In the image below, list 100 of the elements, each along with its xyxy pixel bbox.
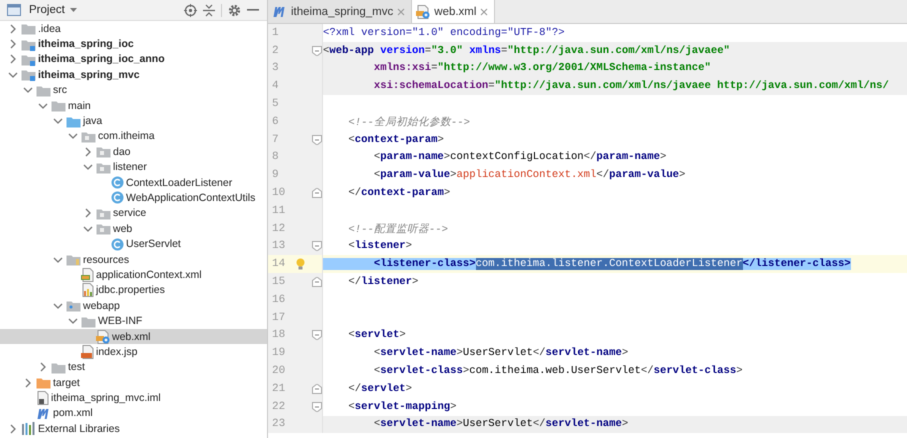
line-number: 13 <box>271 240 286 252</box>
line-number: 3 <box>271 62 280 74</box>
module-file-icon <box>36 391 49 406</box>
module-folder-icon <box>21 52 36 66</box>
tree-item[interactable]: WebApplicationContextUtils <box>126 192 256 204</box>
maven-icon <box>36 406 51 420</box>
code-line: <servlet-class>com.itheima.web.UserServlet</servlet-class> <box>372 364 743 380</box>
code-line: <servlet-mapping> <box>347 400 457 415</box>
line-number: 14 <box>271 258 286 270</box>
folder-icon <box>51 99 66 112</box>
xml-file-icon <box>81 268 94 282</box>
module-folder-icon <box>21 68 36 82</box>
properties-file-icon <box>81 283 94 298</box>
tree-item[interactable]: service <box>113 207 146 220</box>
tree-item[interactable]: ContextLoaderListener <box>126 176 232 189</box>
code-line: <?xml version="1.0" encoding="UTF-8"?> <box>323 26 565 41</box>
fold-marker-icon[interactable] <box>312 402 322 412</box>
line-number: 9 <box>271 169 280 182</box>
folder-icon <box>36 84 51 97</box>
tree-item[interactable]: src <box>53 84 67 96</box>
line-number: 20 <box>271 365 286 378</box>
tree-item[interactable]: .idea <box>38 22 61 35</box>
code-line: </context-param> <box>347 186 450 202</box>
tree-item[interactable]: pom.xml <box>53 407 93 420</box>
line-number: 8 <box>271 151 280 164</box>
code-line: <listener> <box>347 239 412 254</box>
code-line: </servlet> <box>347 382 412 397</box>
tree-item[interactable]: target <box>53 376 80 389</box>
libraries-icon <box>21 422 36 436</box>
dropdown-icon <box>70 8 77 12</box>
fold-marker-icon[interactable] <box>312 46 322 56</box>
fold-marker-icon[interactable] <box>312 134 322 145</box>
maven-icon <box>272 5 287 18</box>
jsp-file-icon <box>81 344 94 359</box>
minimize-icon[interactable] <box>247 8 259 12</box>
tree-item[interactable]: itheima_spring_ioc_anno <box>38 53 165 66</box>
lightbulb-icon[interactable] <box>296 258 305 270</box>
fold-marker-icon[interactable] <box>312 241 322 252</box>
config-file-icon <box>416 4 430 18</box>
tree-item[interactable]: itheima_spring_ioc <box>38 38 134 50</box>
editor-tab[interactable]: itheima_spring_mvc <box>268 0 412 23</box>
tree-item[interactable]: resources <box>83 254 130 266</box>
tree-item[interactable]: jdbc.properties <box>96 284 165 296</box>
tree-item[interactable]: main <box>68 100 91 112</box>
folder-icon <box>66 114 81 128</box>
tree-item[interactable]: java <box>83 115 102 128</box>
code-line: <context-param> <box>347 132 444 148</box>
code-line: <!--全局初始化参数--> <box>347 115 470 131</box>
code-line: <servlet> <box>347 328 406 344</box>
tree-item[interactable]: com.itheima <box>98 130 155 142</box>
line-number: 2 <box>271 44 280 57</box>
close-icon[interactable] <box>480 8 488 16</box>
tree-item[interactable]: WEB-INF <box>98 315 142 328</box>
package-icon <box>96 160 111 174</box>
tree-item[interactable]: webapp <box>83 300 120 312</box>
line-number: 18 <box>271 329 286 342</box>
editor-tab[interactable]: web.xml <box>412 0 496 23</box>
line-number: 15 <box>271 276 286 288</box>
line-number: 6 <box>271 116 280 128</box>
line-number: 21 <box>271 382 286 395</box>
fold-marker-icon[interactable] <box>312 330 322 340</box>
settings-icon[interactable] <box>228 4 241 16</box>
locate-icon[interactable] <box>184 4 197 16</box>
line-number: 4 <box>271 80 280 92</box>
tree-item[interactable]: dao <box>113 146 131 158</box>
tree-item[interactable]: itheima_spring_mvc.iml <box>51 392 161 404</box>
tree-item[interactable]: External Libraries <box>38 422 120 435</box>
tree-item[interactable]: listener <box>113 161 147 174</box>
tree-item[interactable]: index.jsp <box>96 346 138 358</box>
collapse-all-icon[interactable] <box>203 4 215 16</box>
package-icon <box>96 145 111 158</box>
fold-marker-icon[interactable] <box>312 188 322 198</box>
package-icon <box>81 130 96 143</box>
tree-item[interactable]: itheima_spring_mvc <box>38 68 140 81</box>
window-icon <box>7 4 21 16</box>
fold-marker-icon[interactable] <box>312 384 322 394</box>
code-line: <servlet-name>UserServlet</servlet-name> <box>372 346 628 362</box>
tree-item[interactable]: web <box>113 222 132 235</box>
code-line: <!--配置监听器--> <box>347 222 448 238</box>
module-folder-icon <box>21 38 36 51</box>
package-icon <box>96 206 111 220</box>
line-number: 12 <box>271 222 286 235</box>
fold-marker-icon[interactable] <box>312 277 322 288</box>
tree-item[interactable]: UserServlet <box>126 238 181 250</box>
tree-item[interactable]: web.xml <box>112 330 151 342</box>
line-number: 1 <box>271 26 280 39</box>
tree-item[interactable]: test <box>68 361 85 374</box>
line-number: 19 <box>271 347 286 360</box>
tree-item[interactable]: applicationContext.xml <box>96 268 202 281</box>
package-icon <box>96 222 111 236</box>
line-number: 7 <box>271 134 280 146</box>
config-file-icon <box>96 330 110 344</box>
line-number: 22 <box>271 400 286 413</box>
line-number: 16 <box>271 294 286 306</box>
project-view-dropdown[interactable]: Project <box>27 4 79 16</box>
code-line: <param-value>applicationContext.xml</param-value> <box>372 168 686 184</box>
line-number: 10 <box>271 187 286 200</box>
code-line: <listener-class>com.itheima.listener.ContextLoaderListener</listener-class> <box>323 255 851 274</box>
line-number: 17 <box>271 312 286 324</box>
code-line: <param-name>contextConfigLocation</param-name> <box>372 150 666 166</box>
